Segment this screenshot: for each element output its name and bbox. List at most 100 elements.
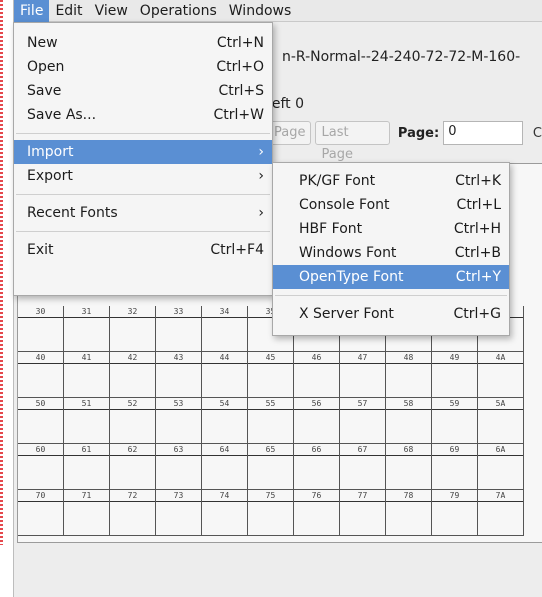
glyph-cell[interactable]: 49 bbox=[432, 352, 478, 398]
glyph-cell[interactable]: 57 bbox=[340, 398, 386, 444]
glyph-cell[interactable]: 69 bbox=[432, 444, 478, 490]
glyph-cell[interactable]: 43 bbox=[156, 352, 202, 398]
menu-view[interactable]: View bbox=[89, 0, 134, 22]
glyph-cell[interactable]: 33 bbox=[156, 306, 202, 352]
menu-item-exit[interactable]: Exit Ctrl+F4 bbox=[14, 238, 272, 262]
menu-separator bbox=[16, 231, 270, 232]
glyph-cell[interactable]: 4A bbox=[478, 352, 524, 398]
menu-item-windows-font[interactable]: Windows Font Ctrl+B bbox=[273, 241, 509, 265]
glyph-cell[interactable]: 31 bbox=[64, 306, 110, 352]
last-page-button[interactable]: Last Page bbox=[315, 121, 390, 162]
submenu-arrow-icon: › bbox=[258, 144, 264, 160]
glyph-cell[interactable]: 5A bbox=[478, 398, 524, 444]
menu-item-label: Console Font bbox=[299, 197, 390, 213]
menu-file[interactable]: File bbox=[14, 0, 50, 22]
menu-item-label: New bbox=[27, 35, 58, 51]
glyph-code: 47 bbox=[340, 352, 385, 364]
glyph-cell[interactable]: 48 bbox=[386, 352, 432, 398]
glyph-cell[interactable]: 7A bbox=[478, 490, 524, 536]
glyph-cell[interactable]: 67 bbox=[340, 444, 386, 490]
glyph-cell[interactable]: 65 bbox=[248, 444, 294, 490]
glyph-cell[interactable]: 56 bbox=[294, 398, 340, 444]
glyph-cell[interactable]: 76 bbox=[294, 490, 340, 536]
shortcut-label: Ctrl+L bbox=[456, 197, 501, 213]
shortcut-label: Ctrl+K bbox=[455, 173, 501, 189]
menu-item-label: Export bbox=[27, 168, 73, 184]
glyph-cell[interactable]: 66 bbox=[294, 444, 340, 490]
menu-edit[interactable]: Edit bbox=[49, 0, 88, 22]
page-button[interactable]: Page bbox=[268, 121, 312, 145]
glyph-cell[interactable]: 72 bbox=[110, 490, 156, 536]
glyph-cell[interactable]: 60 bbox=[18, 444, 64, 490]
glyph-code: 40 bbox=[18, 352, 63, 364]
menu-windows[interactable]: Windows bbox=[223, 0, 298, 22]
glyph-cell[interactable]: 45 bbox=[248, 352, 294, 398]
menu-item-import[interactable]: Import › bbox=[14, 140, 272, 164]
glyph-cell[interactable]: 32 bbox=[110, 306, 156, 352]
glyph-code: 75 bbox=[248, 490, 293, 502]
menu-item-save-as[interactable]: Save As... Ctrl+W bbox=[14, 103, 272, 127]
glyph-cell[interactable]: 46 bbox=[294, 352, 340, 398]
shortcut-label: Ctrl+W bbox=[213, 107, 264, 123]
glyph-cell[interactable]: 71 bbox=[64, 490, 110, 536]
glyph-code: 59 bbox=[432, 398, 477, 410]
menu-operations[interactable]: Operations bbox=[134, 0, 223, 22]
glyph-code: 6A bbox=[478, 444, 523, 456]
glyph-cell[interactable]: 50 bbox=[18, 398, 64, 444]
glyph-cell[interactable]: 47 bbox=[340, 352, 386, 398]
menu-item-recent-fonts[interactable]: Recent Fonts › bbox=[14, 201, 272, 225]
glyph-cell[interactable]: 73 bbox=[156, 490, 202, 536]
glyph-cell[interactable]: 59 bbox=[432, 398, 478, 444]
glyph-code: 65 bbox=[248, 444, 293, 456]
grid-row: 60 61 62 63 64 65 66 67 68 69 6A bbox=[18, 444, 542, 490]
menu-item-new[interactable]: New Ctrl+N bbox=[14, 31, 272, 55]
glyph-code: 60 bbox=[18, 444, 63, 456]
glyph-cell[interactable]: 53 bbox=[156, 398, 202, 444]
page-input[interactable]: 0 bbox=[443, 121, 523, 145]
glyph-cell[interactable]: 55 bbox=[248, 398, 294, 444]
glyph-cell[interactable]: 77 bbox=[340, 490, 386, 536]
glyph-cell[interactable]: 42 bbox=[110, 352, 156, 398]
glyph-cell[interactable]: 51 bbox=[64, 398, 110, 444]
glyph-code: 53 bbox=[156, 398, 201, 410]
glyph-cell[interactable]: 68 bbox=[386, 444, 432, 490]
glyph-cell[interactable]: 41 bbox=[64, 352, 110, 398]
shortcut-label: Ctrl+S bbox=[218, 83, 264, 99]
glyph-cell[interactable]: 58 bbox=[386, 398, 432, 444]
glyph-code: 72 bbox=[110, 490, 155, 502]
glyph-cell[interactable]: 34 bbox=[202, 306, 248, 352]
glyph-cell[interactable]: 74 bbox=[202, 490, 248, 536]
menu-item-label: Exit bbox=[27, 242, 54, 258]
glyph-cell[interactable]: 63 bbox=[156, 444, 202, 490]
menu-item-x-server-font[interactable]: X Server Font Ctrl+G bbox=[273, 302, 509, 326]
glyph-cell[interactable]: 52 bbox=[110, 398, 156, 444]
glyph-cell[interactable]: 78 bbox=[386, 490, 432, 536]
glyph-cell[interactable]: 44 bbox=[202, 352, 248, 398]
glyph-cell[interactable]: 75 bbox=[248, 490, 294, 536]
glyph-cell[interactable]: 64 bbox=[202, 444, 248, 490]
page-label: Page: bbox=[397, 125, 440, 141]
font-name-label: n-R-Normal--24-240-72-72-M-160- bbox=[282, 49, 521, 65]
glyph-cell[interactable]: 79 bbox=[432, 490, 478, 536]
menu-item-label: HBF Font bbox=[299, 221, 363, 237]
menu-item-pkgf-font[interactable]: PK/GF Font Ctrl+K bbox=[273, 169, 509, 193]
glyph-code: 45 bbox=[248, 352, 293, 364]
menu-item-export[interactable]: Export › bbox=[14, 164, 272, 188]
glyph-cell[interactable]: 61 bbox=[64, 444, 110, 490]
glyph-cell[interactable]: 40 bbox=[18, 352, 64, 398]
glyph-cell[interactable]: 54 bbox=[202, 398, 248, 444]
glyph-cell[interactable]: 70 bbox=[18, 490, 64, 536]
menu-item-save[interactable]: Save Ctrl+S bbox=[14, 79, 272, 103]
glyph-code: 44 bbox=[202, 352, 247, 364]
menu-item-hbf-font[interactable]: HBF Font Ctrl+H bbox=[273, 217, 509, 241]
shortcut-label: Ctrl+H bbox=[453, 221, 501, 237]
menu-item-label: Open bbox=[27, 59, 65, 75]
glyph-code: 74 bbox=[202, 490, 247, 502]
glyph-cell[interactable]: 6A bbox=[478, 444, 524, 490]
menu-item-console-font[interactable]: Console Font Ctrl+L bbox=[273, 193, 509, 217]
glyph-cell[interactable]: 62 bbox=[110, 444, 156, 490]
menu-item-open[interactable]: Open Ctrl+O bbox=[14, 55, 272, 79]
glyph-cell[interactable]: 30 bbox=[18, 306, 64, 352]
menu-item-opentype-font[interactable]: OpenType Font Ctrl+Y bbox=[273, 265, 509, 289]
file-menu-dropdown: New Ctrl+N Open Ctrl+O Save Ctrl+S Save … bbox=[13, 22, 273, 296]
